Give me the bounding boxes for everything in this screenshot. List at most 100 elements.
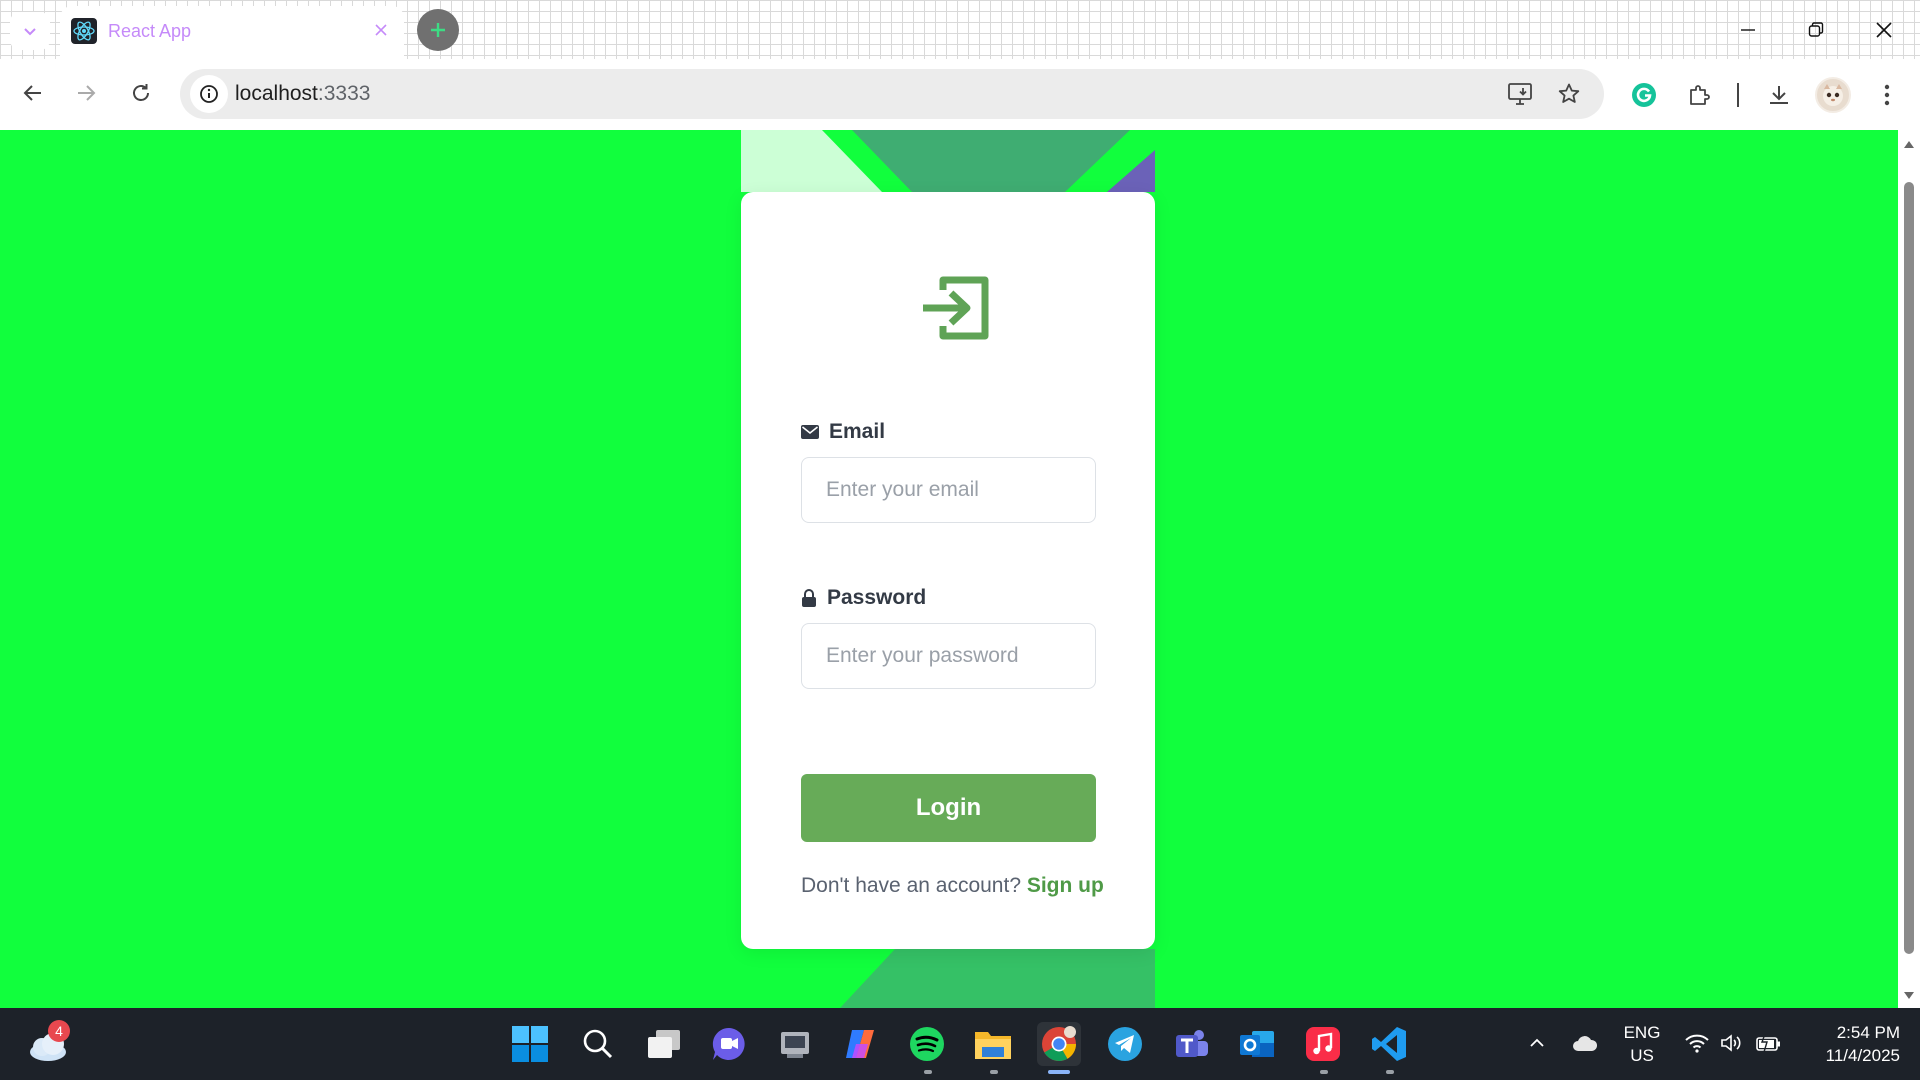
password-input[interactable] (801, 623, 1096, 689)
email-input[interactable] (801, 457, 1096, 523)
minimize-button[interactable] (1720, 10, 1776, 50)
back-button[interactable] (13, 73, 53, 113)
taskbar-file-explorer[interactable] (971, 1022, 1015, 1066)
copilot-icon (846, 1030, 874, 1058)
browser-toolbar: localhost:3333 (0, 59, 1920, 130)
extensions-button[interactable] (1682, 78, 1716, 112)
puzzle-icon (1690, 85, 1710, 105)
lock-icon (802, 589, 816, 607)
language-text: ENG (1623, 1023, 1661, 1042)
onedrive-button[interactable] (1572, 1030, 1598, 1056)
clock-date: 11/4/2025 (1825, 1046, 1900, 1065)
scroll-down-icon[interactable] (1903, 990, 1915, 1002)
taskbar-chat-app[interactable] (707, 1022, 751, 1066)
close-window-button[interactable] (1856, 10, 1912, 50)
tab-close-button[interactable] (367, 16, 395, 44)
taskbar-outlook[interactable] (1235, 1022, 1279, 1066)
info-icon (200, 85, 218, 103)
chrome-icon (1042, 1026, 1076, 1061)
react-icon (71, 18, 97, 44)
vscode-icon (1372, 1027, 1406, 1061)
more-vertical-icon (1884, 84, 1890, 106)
login-icon (923, 276, 989, 340)
taskbar-spotify[interactable] (905, 1022, 949, 1066)
signup-row: Don't have an account? Sign up (801, 874, 1104, 898)
address-bar[interactable]: localhost:3333 (180, 69, 1604, 119)
show-hidden-icons-button[interactable] (1524, 1030, 1550, 1056)
arrow-right-icon (78, 85, 96, 101)
install-app-button[interactable] (1506, 79, 1536, 109)
login-card: Email Password Login Don't have an accou… (741, 192, 1155, 949)
speaker-icon (1721, 1034, 1741, 1052)
tab-search-button[interactable] (10, 12, 50, 50)
wifi-icon (1685, 1034, 1709, 1053)
new-tab-button[interactable] (417, 9, 459, 51)
windows-taskbar: 4 ENG US 2:54 PM 11/4/2025 (0, 1008, 1920, 1080)
taskbar-app[interactable] (773, 1022, 817, 1066)
windows-start-icon (512, 1026, 548, 1062)
battery-charging-icon (1756, 1033, 1780, 1053)
forward-button[interactable] (66, 73, 106, 113)
teams-icon (1176, 1030, 1208, 1057)
bookmark-button[interactable] (1554, 79, 1584, 109)
scrollbar-thumb[interactable] (1904, 182, 1914, 954)
weather-badge: 4 (48, 1020, 70, 1042)
minimize-icon (1741, 29, 1755, 31)
password-label: Password (801, 586, 926, 610)
taskbar-chrome[interactable] (1037, 1022, 1081, 1066)
volume-button[interactable] (1718, 1030, 1744, 1056)
restore-button[interactable] (1788, 10, 1844, 50)
running-indicator (1320, 1070, 1328, 1074)
url-text: localhost:3333 (235, 82, 370, 106)
grammarly-icon (1632, 83, 1656, 107)
email-label-text: Email (829, 420, 886, 443)
scroll-up-icon[interactable] (1903, 138, 1915, 150)
restore-icon (1808, 22, 1824, 37)
url-port: :3333 (317, 82, 371, 105)
tab-strip: React App (0, 0, 1920, 59)
telegram-icon (1108, 1027, 1142, 1061)
taskbar-music[interactable] (1301, 1022, 1345, 1066)
envelope-icon (801, 425, 819, 439)
url-host: localhost (235, 82, 318, 105)
taskbar-telegram[interactable] (1103, 1022, 1147, 1066)
grammarly-extension-button[interactable] (1627, 78, 1661, 112)
language-indicator[interactable]: ENG US (1614, 1021, 1670, 1067)
tab-react-app[interactable]: React App (60, 6, 404, 59)
battery-button[interactable] (1756, 1030, 1782, 1056)
toolbar-separator (1737, 83, 1739, 107)
site-info-button[interactable] (190, 75, 228, 113)
arrow-left-icon (23, 85, 41, 101)
taskbar-search-button[interactable] (576, 1022, 620, 1066)
downloads-button[interactable] (1762, 78, 1796, 112)
download-icon (1770, 86, 1788, 104)
music-icon (1306, 1027, 1340, 1061)
email-label: Email (801, 420, 885, 444)
login-button[interactable]: Login (801, 774, 1096, 842)
reload-icon (133, 84, 149, 101)
password-label-text: Password (827, 586, 927, 609)
taskbar-vscode[interactable] (1367, 1022, 1411, 1066)
file-explorer-icon (975, 1032, 1011, 1059)
task-view-icon (648, 1030, 680, 1058)
clock[interactable]: 2:54 PM 11/4/2025 (1800, 1021, 1900, 1067)
close-icon (1876, 22, 1892, 38)
running-indicator (924, 1070, 932, 1074)
start-button[interactable] (508, 1022, 552, 1066)
reload-button[interactable] (121, 73, 161, 113)
taskbar-copilot[interactable] (838, 1022, 882, 1066)
running-indicator (990, 1070, 998, 1074)
spotify-icon (910, 1027, 944, 1061)
star-icon (1558, 83, 1580, 103)
outlook-icon (1240, 1031, 1274, 1057)
signup-link[interactable]: Sign up (1027, 874, 1104, 897)
browser-menu-button[interactable] (1870, 78, 1904, 112)
running-indicator-active (1048, 1070, 1070, 1074)
page-scrollbar[interactable] (1898, 130, 1920, 1008)
running-indicator (1386, 1070, 1394, 1074)
taskbar-teams[interactable] (1169, 1022, 1213, 1066)
profile-avatar[interactable] (1815, 77, 1851, 113)
task-view-button[interactable] (642, 1022, 686, 1066)
network-button[interactable] (1684, 1030, 1710, 1056)
close-icon (375, 24, 387, 36)
